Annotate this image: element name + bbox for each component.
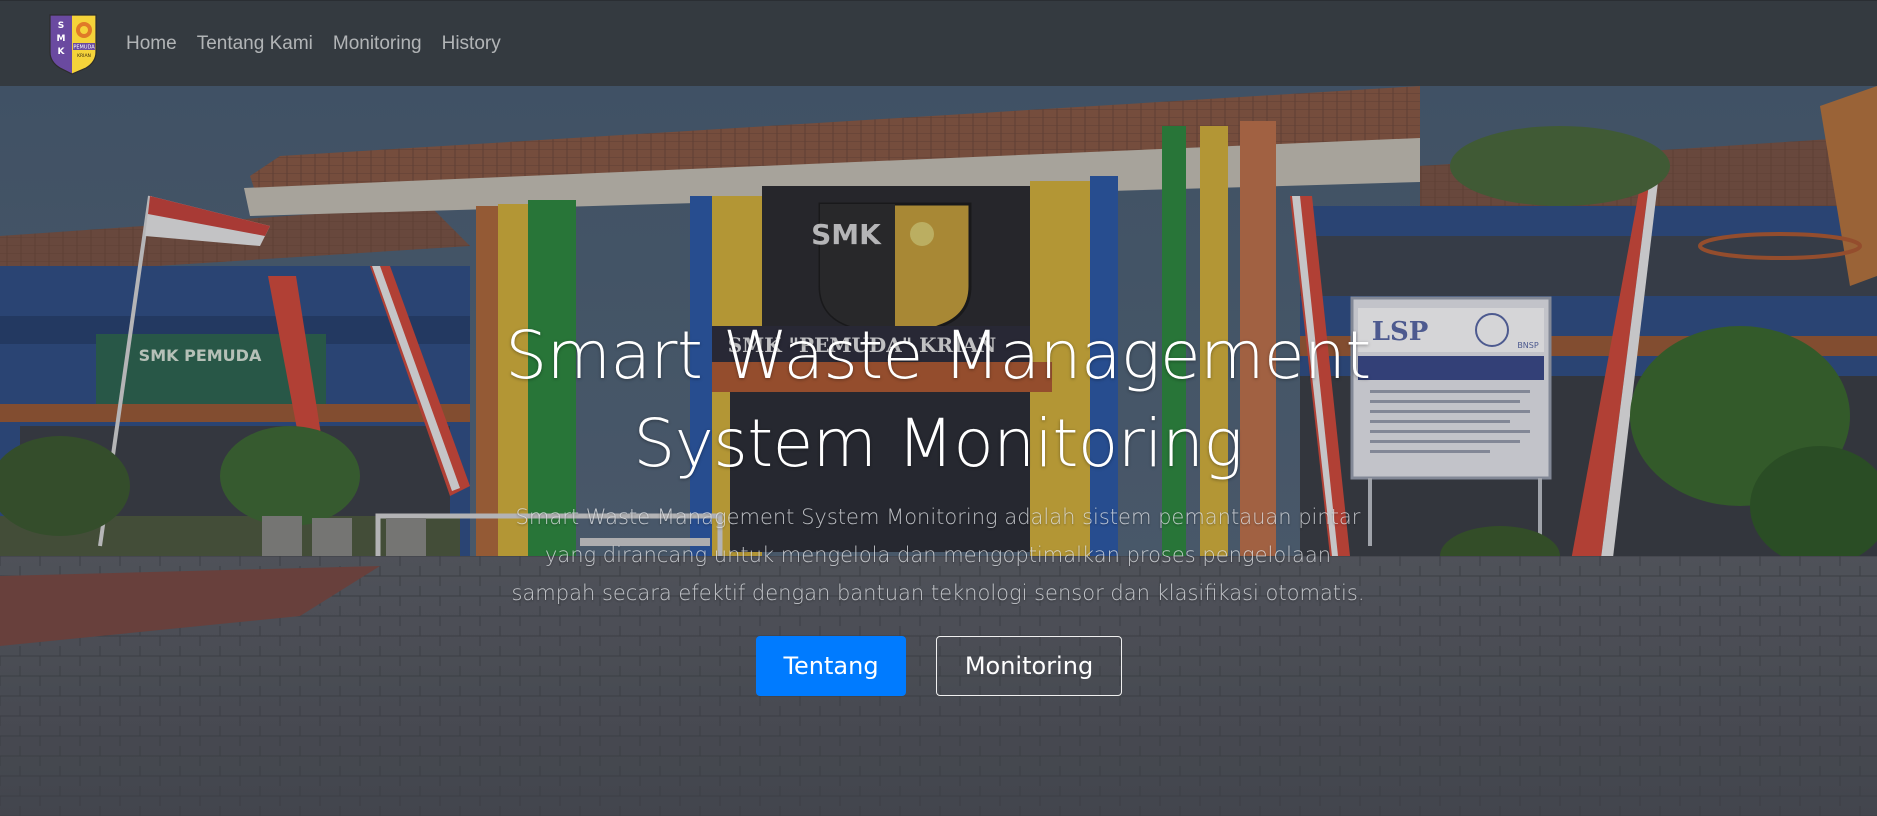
svg-text:S: S bbox=[58, 21, 64, 31]
school-logo-icon[interactable]: S M K PEMUDA KRIAN bbox=[44, 12, 102, 76]
svg-text:K: K bbox=[58, 47, 66, 57]
svg-text:M: M bbox=[57, 34, 66, 44]
nav-link-monitoring[interactable]: Monitoring bbox=[323, 25, 432, 63]
hero-section: SMK SMK "PEMUDA" KRIAN SMK PEMUDA LSP BN… bbox=[0, 86, 1877, 816]
navbar: S M K PEMUDA KRIAN Home Tentang Kami Mon… bbox=[0, 0, 1877, 86]
svg-text:KRIAN: KRIAN bbox=[77, 53, 91, 59]
hero-description: Smart Waste Management System Monitoring… bbox=[511, 505, 1365, 605]
hero-title: Smart Waste Management System Monitoring bbox=[505, 317, 1371, 482]
nav-link-history[interactable]: History bbox=[432, 25, 511, 63]
tentang-button[interactable]: Tentang bbox=[756, 636, 906, 696]
nav-link-tentang-kami[interactable]: Tentang Kami bbox=[187, 25, 323, 63]
nav-links: Home Tentang Kami Monitoring History bbox=[116, 25, 511, 63]
hero-content: Smart Waste Management System Monitoring… bbox=[0, 86, 1877, 816]
monitoring-button[interactable]: Monitoring bbox=[936, 636, 1122, 696]
nav-link-home[interactable]: Home bbox=[116, 25, 187, 63]
svg-text:PEMUDA: PEMUDA bbox=[73, 44, 95, 50]
